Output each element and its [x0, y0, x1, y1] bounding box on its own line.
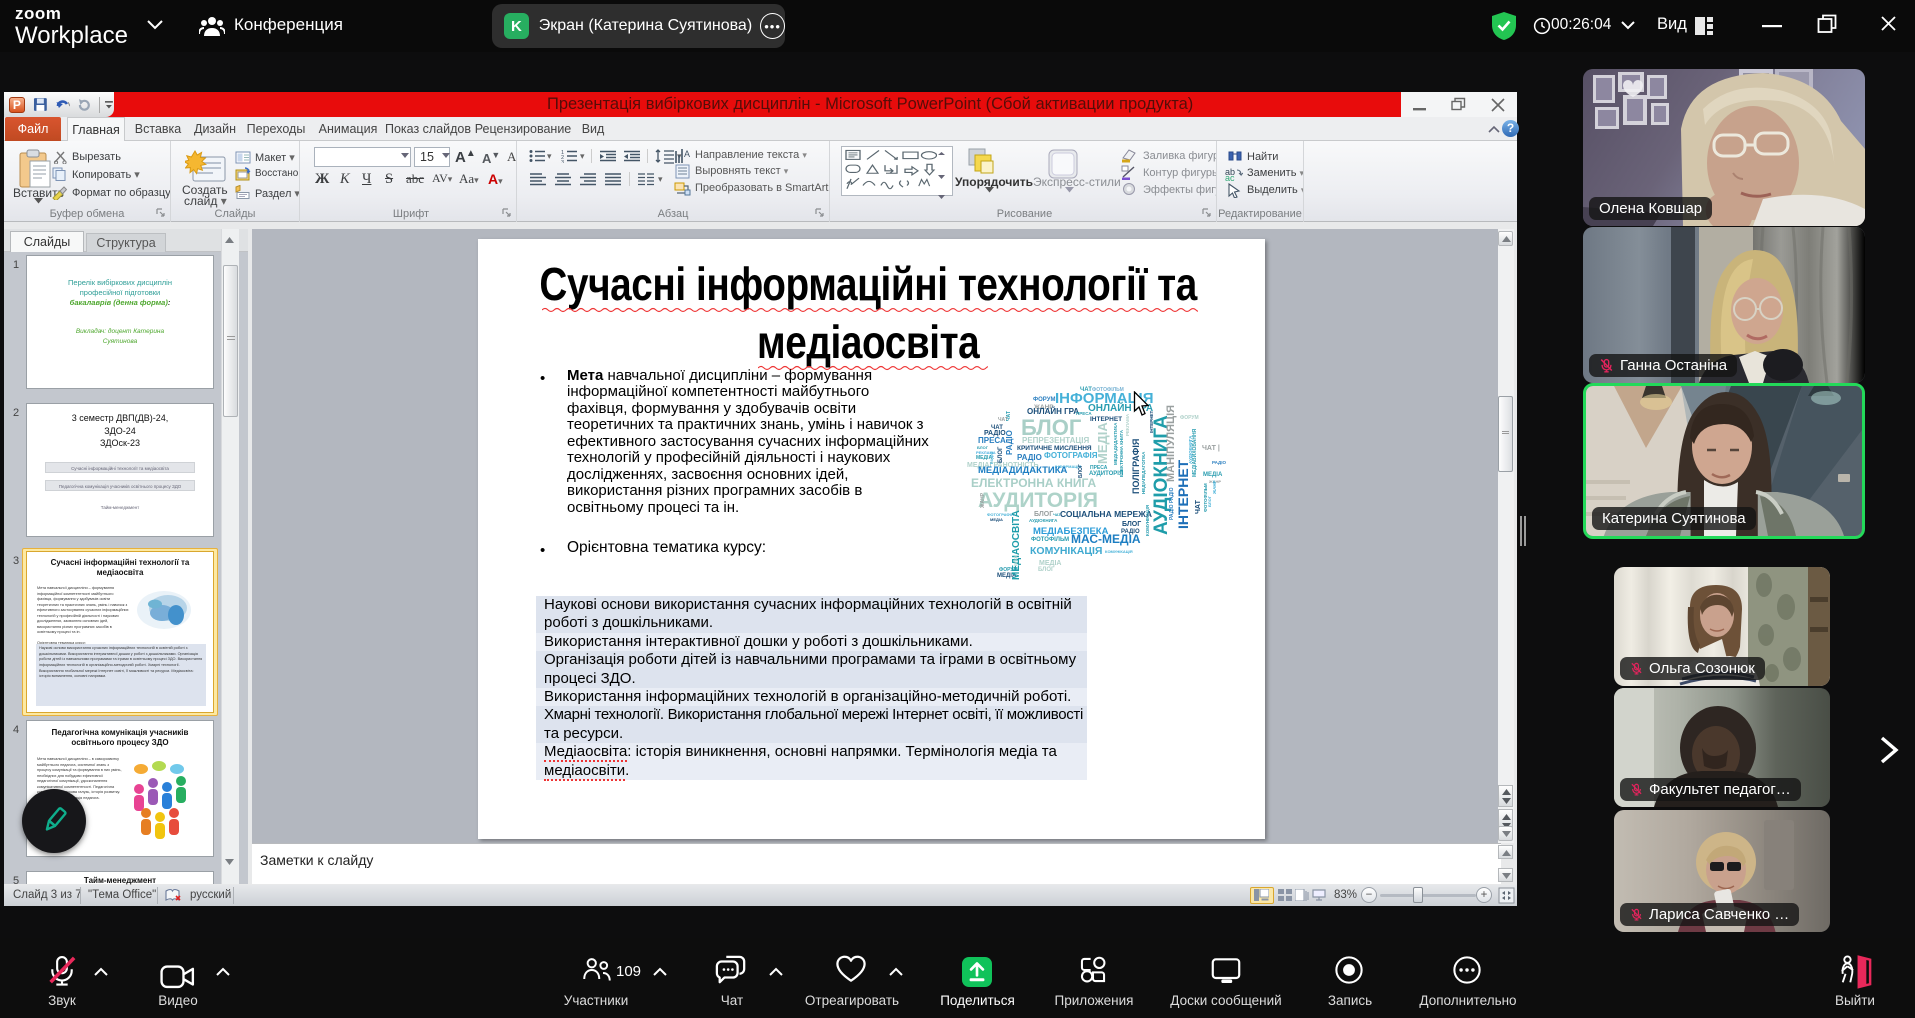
svg-text:A: A [684, 149, 690, 159]
svg-text:A: A [507, 149, 517, 164]
svg-text:3: 3 [561, 160, 564, 163]
svg-text:ac: ac [1225, 173, 1235, 181]
